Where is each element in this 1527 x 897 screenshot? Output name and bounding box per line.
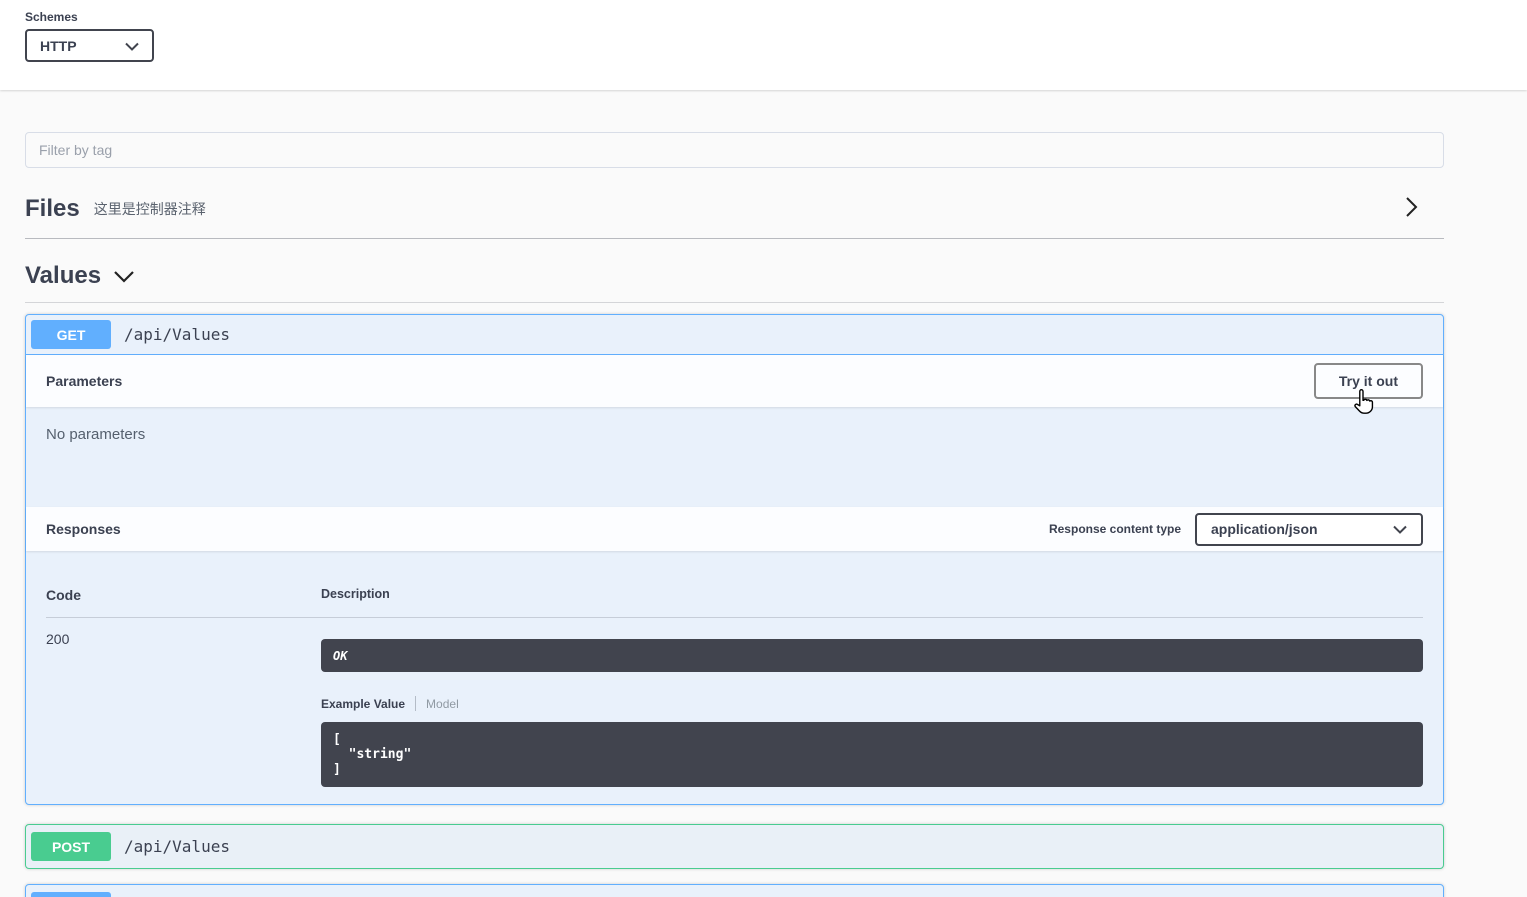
filter-by-tag-input[interactable]	[25, 132, 1444, 168]
response-description-cell: OK Example Value Model [ "string" ]	[321, 631, 1423, 787]
tag-section-files[interactable]: Files 这里是控制器注释	[25, 168, 1444, 239]
parameters-title: Parameters	[46, 373, 123, 389]
opblock-path: /api/Values	[124, 325, 230, 344]
opblock-post-values: POST /api/Values	[25, 824, 1444, 869]
response-content-type-group: Response content type application/json	[1048, 512, 1423, 546]
opblock-summary-get-partial[interactable]: GET	[26, 885, 1443, 897]
scheme-container: Schemes HTTP	[0, 0, 1527, 90]
opblock-get-partial: GET	[25, 884, 1444, 897]
responses-table-header: Code Description	[46, 551, 1423, 618]
responses-header: Responses Response content type applicat…	[26, 507, 1443, 551]
opblock-summary-post[interactable]: POST /api/Values	[26, 825, 1443, 868]
responses-title: Responses	[46, 521, 121, 537]
tag-section-values[interactable]: Values	[25, 239, 1444, 303]
method-badge-post: POST	[31, 832, 111, 861]
response-code: 200	[46, 631, 70, 647]
tag-files-description: 这里是控制器注释	[93, 201, 206, 217]
responses-body: Code Description 200 OK Example Value Mo…	[26, 551, 1443, 804]
response-content-type-label: Response content type	[1048, 522, 1181, 536]
method-badge-get: GET	[31, 892, 111, 897]
chevron-right-icon[interactable]	[1405, 196, 1418, 223]
tab-model[interactable]: Model	[426, 697, 459, 711]
parameters-body: No parameters	[26, 407, 1443, 507]
opblock-path: /api/Values	[124, 837, 230, 856]
example-model-tabs: Example Value Model	[321, 696, 1423, 711]
try-it-out-button[interactable]: Try it out	[1313, 363, 1423, 399]
method-badge-get: GET	[31, 320, 111, 349]
parameters-header: Parameters Try it out	[26, 355, 1443, 407]
chevron-down-icon[interactable]	[113, 270, 135, 288]
opblock-summary-get[interactable]: GET /api/Values	[26, 315, 1443, 355]
description-column-header: Description	[321, 587, 390, 601]
operations-wrapper: Files 这里是控制器注释 Values GET /api/Values Pa…	[25, 90, 1444, 897]
opblock-get-values: GET /api/Values Parameters Try it out No…	[25, 314, 1444, 805]
schemes-select[interactable]: HTTP	[25, 29, 154, 62]
tab-example-value[interactable]: Example Value	[321, 697, 405, 711]
response-description-text: OK	[333, 648, 348, 663]
tag-files-title: Files	[25, 195, 80, 222]
chevron-down-icon	[125, 38, 139, 54]
response-content-type-value: application/json	[1211, 521, 1318, 537]
tab-divider	[415, 696, 417, 711]
no-parameters-text: No parameters	[46, 426, 146, 443]
code-column-header: Code	[46, 587, 81, 603]
schemes-label: Schemes	[25, 10, 78, 24]
tag-values-title: Values	[25, 262, 102, 289]
chevron-down-icon	[1393, 521, 1407, 537]
response-description-bar: OK	[321, 639, 1423, 672]
response-content-type-select[interactable]: application/json	[1195, 512, 1423, 546]
example-value-code: [ "string" ]	[321, 722, 1423, 787]
schemes-select-value: HTTP	[40, 37, 77, 54]
response-row-200: 200 OK Example Value Model [ "string" ]	[46, 618, 1423, 787]
